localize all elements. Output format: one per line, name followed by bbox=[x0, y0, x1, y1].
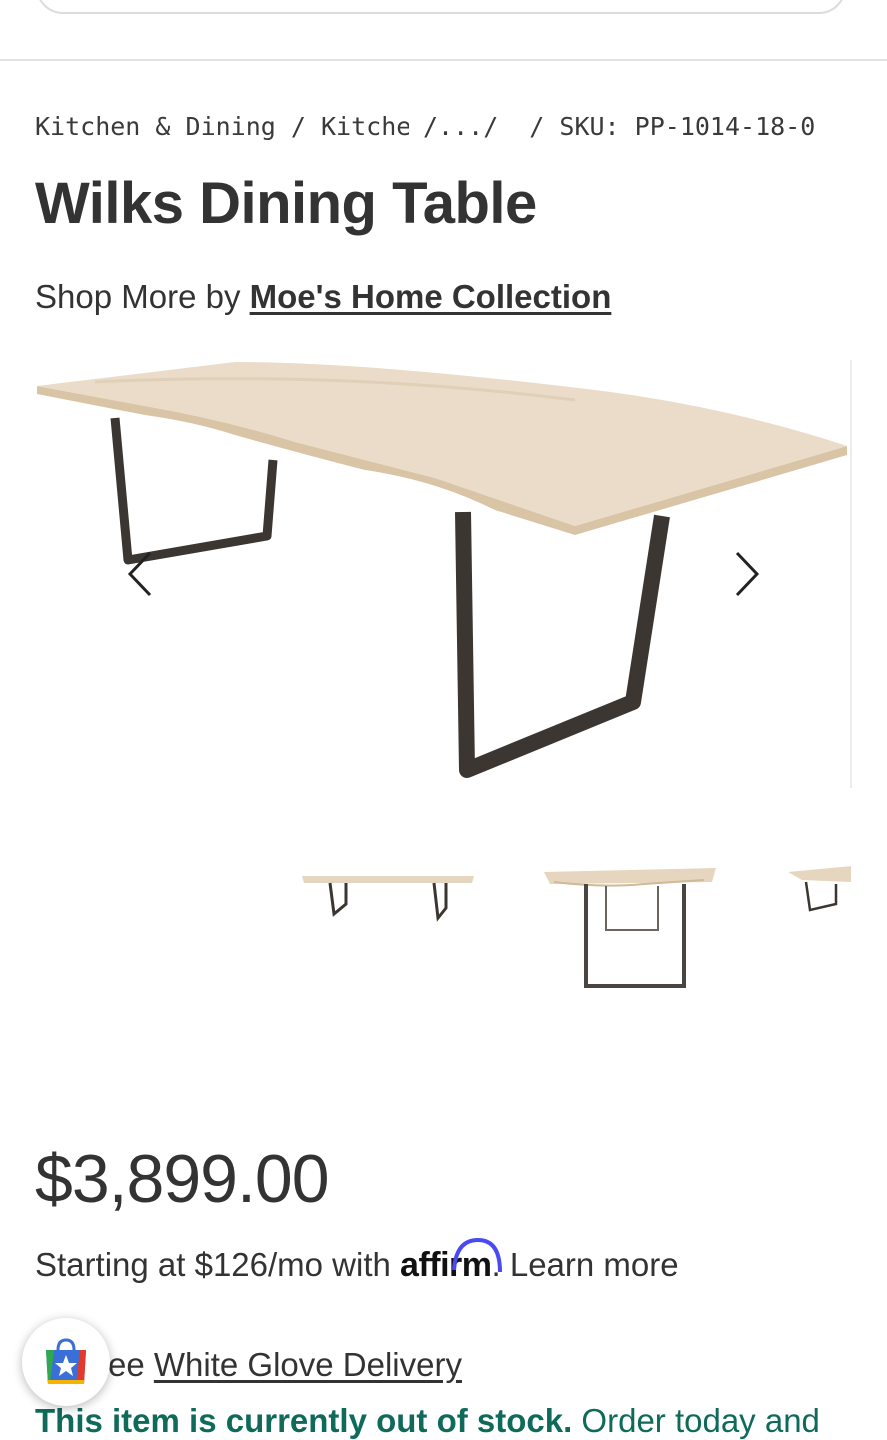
header-divider bbox=[0, 59, 887, 61]
thumbnail-image bbox=[302, 876, 474, 922]
search-bar[interactable] bbox=[36, 0, 846, 14]
learn-more-link[interactable]: Learn more bbox=[510, 1246, 679, 1283]
sku-label: SKU: PP-1014-18-0 bbox=[559, 111, 816, 141]
breadcrumb-item-kitchen-tables[interactable]: Kitchen Tables bbox=[321, 112, 409, 141]
brand-link[interactable]: Moe's Home Collection bbox=[250, 278, 612, 315]
stock-status: This item is currently out of stock. Ord… bbox=[35, 1402, 820, 1440]
out-of-stock-text: This item is currently out of stock. bbox=[35, 1402, 573, 1439]
product-price: $3,899.00 bbox=[35, 1141, 330, 1217]
chevron-right-icon bbox=[735, 551, 760, 597]
delivery-info: ee White Glove Delivery bbox=[108, 1346, 462, 1384]
breadcrumb-separator: / bbox=[275, 111, 321, 141]
affirm-arc-icon bbox=[452, 1237, 503, 1273]
thumbnail-1[interactable] bbox=[300, 858, 476, 933]
delivery-prefix: ee bbox=[108, 1346, 154, 1383]
affirm-logo: affirm bbox=[400, 1237, 503, 1285]
breadcrumb: Kitchen & Dining / Kitchen Tables /.../ … bbox=[35, 109, 851, 143]
shop-more-prefix: Shop More by bbox=[35, 278, 250, 315]
breadcrumb-item-kitchen-dining[interactable]: Kitchen & Dining bbox=[35, 112, 276, 141]
thumbnail-3[interactable] bbox=[788, 858, 851, 933]
white-glove-delivery-link[interactable]: White Glove Delivery bbox=[154, 1346, 462, 1383]
gallery-prev-button[interactable] bbox=[114, 549, 164, 599]
gallery-next-button[interactable] bbox=[723, 549, 773, 599]
financing-info: Starting at $126/mo with affirm. Learn m… bbox=[35, 1237, 679, 1285]
stock-order-text: Order today and bbox=[572, 1402, 820, 1439]
thumbnail-image bbox=[788, 866, 851, 912]
chevron-left-icon bbox=[127, 551, 152, 597]
shop-more-by: Shop More by Moe's Home Collection bbox=[35, 278, 611, 316]
breadcrumb-ellipsis[interactable]: /.../ bbox=[423, 112, 498, 141]
thumbnail-2[interactable] bbox=[544, 858, 720, 998]
financing-prefix: Starting at $126/mo with bbox=[35, 1246, 401, 1283]
thumbnail-strip bbox=[300, 858, 851, 998]
shopping-bag-star-icon bbox=[46, 1338, 86, 1384]
product-title: Wilks Dining Table bbox=[35, 171, 537, 236]
breadcrumb-separator: / bbox=[514, 111, 560, 141]
thumbnail-image bbox=[544, 868, 716, 988]
shopping-assistant-button[interactable] bbox=[22, 1318, 110, 1406]
gallery-edge bbox=[850, 360, 852, 788]
